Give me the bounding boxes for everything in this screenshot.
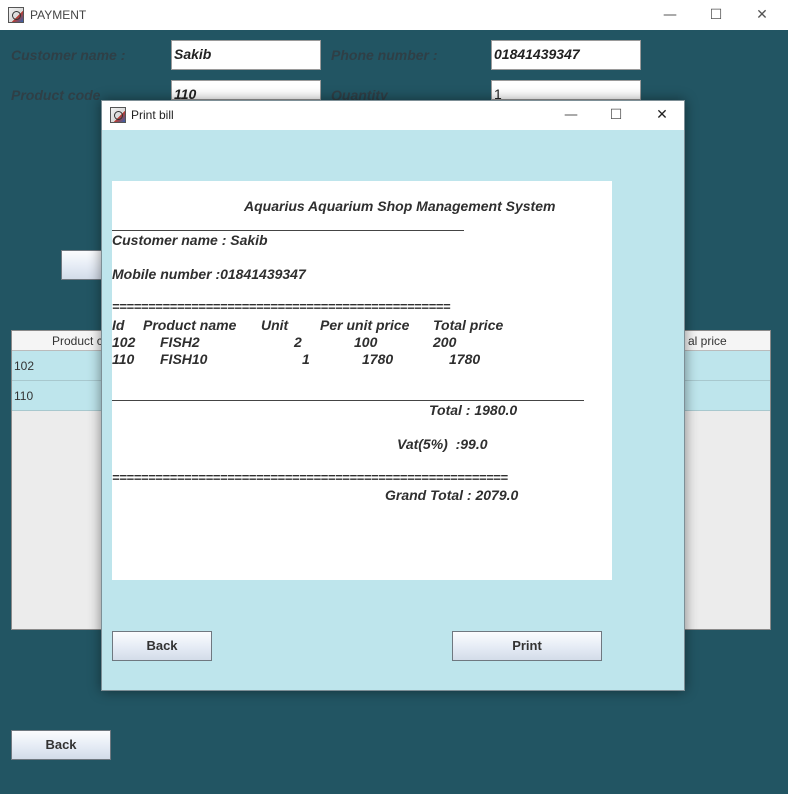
dialog-back-button[interactable]: Back xyxy=(112,631,212,661)
window-title: PAYMENT xyxy=(30,8,87,22)
vat-line: Vat(5%) :99.0 xyxy=(397,436,488,452)
item-unit: 1 xyxy=(302,351,310,367)
phone-number-field[interactable]: 01841439347 xyxy=(491,40,641,70)
table-header-product-code[interactable]: Product c xyxy=(52,331,103,351)
col-total-price: Total price xyxy=(433,317,504,333)
col-unit: Unit xyxy=(261,317,289,333)
separator: ========================================… xyxy=(112,299,451,314)
table-cell-code: 102 xyxy=(14,359,35,373)
java-app-icon xyxy=(110,107,126,123)
col-product-name: Product name xyxy=(143,317,237,333)
print-bill-dialog: Print bill — ☐ ✕ Aquarius Aquarium Shop … xyxy=(101,100,685,691)
main-back-button[interactable]: Back xyxy=(11,730,111,760)
phone-number-label: Phone number : xyxy=(331,47,438,63)
minimize-icon[interactable]: — xyxy=(549,101,593,129)
item-id: 102 xyxy=(112,334,136,350)
hidden-action-button[interactable] xyxy=(61,250,103,280)
print-button[interactable]: Print xyxy=(452,631,602,661)
dialog-title-bar: Print bill — ☐ ✕ xyxy=(102,101,684,130)
item-price: 100 xyxy=(354,334,378,350)
payment-title-bar: PAYMENT — ☐ ✕ xyxy=(0,0,788,30)
customer-line: Customer name : Sakib xyxy=(112,232,268,248)
product-code-label: Product code xyxy=(11,87,101,103)
customer-name-field[interactable]: Sakib xyxy=(171,40,321,70)
item-total: 1780 xyxy=(449,351,481,367)
item-name: FISH2 xyxy=(160,334,200,350)
minimize-icon[interactable]: — xyxy=(648,1,692,29)
divider xyxy=(112,400,584,401)
col-per-unit-price: Per unit price xyxy=(320,317,410,333)
item-price: 1780 xyxy=(362,351,394,367)
close-icon[interactable]: ✕ xyxy=(640,101,684,129)
quantity-field[interactable]: 1 xyxy=(491,80,641,100)
bill-receipt: Aquarius Aquarium Shop Management System… xyxy=(112,181,612,580)
item-id: 110 xyxy=(112,351,135,367)
java-app-icon xyxy=(8,7,24,23)
total-line: Total : 1980.0 xyxy=(429,402,518,418)
mobile-line: Mobile number :01841439347 xyxy=(112,266,306,282)
shop-title: Aquarius Aquarium Shop Management System xyxy=(244,198,556,214)
maximize-icon[interactable]: ☐ xyxy=(694,1,738,29)
customer-name-label: Customer name : xyxy=(11,47,126,63)
item-unit: 2 xyxy=(294,334,302,350)
table-header-total-price[interactable]: al price xyxy=(688,331,727,351)
grand-total-line: Grand Total : 2079.0 xyxy=(385,487,519,503)
close-icon[interactable]: ✕ xyxy=(740,1,784,29)
separator: ========================================… xyxy=(112,470,508,485)
item-name: FISH10 xyxy=(160,351,208,367)
item-total: 200 xyxy=(433,334,457,350)
dialog-title: Print bill xyxy=(131,108,174,122)
divider xyxy=(112,230,464,231)
product-code-field[interactable]: 110 xyxy=(171,80,321,100)
maximize-icon[interactable]: ☐ xyxy=(594,101,638,129)
table-cell-code: 110 xyxy=(14,389,34,403)
col-id: Id xyxy=(112,317,125,333)
